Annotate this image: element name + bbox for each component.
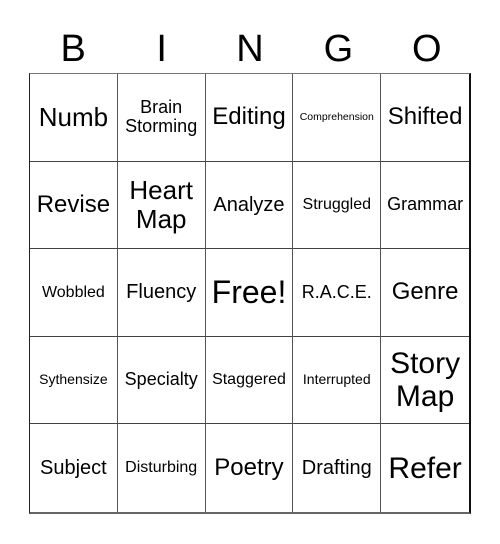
cell-label: Heart Map bbox=[129, 175, 193, 234]
bingo-cell[interactable]: Shifted bbox=[381, 74, 469, 162]
bingo-cell[interactable]: Heart Map bbox=[117, 161, 206, 250]
bingo-cell[interactable]: Specialty bbox=[117, 336, 206, 425]
cell-label: Analyze bbox=[213, 193, 285, 216]
bingo-cell[interactable]: Struggled bbox=[293, 161, 382, 250]
bingo-cell[interactable]: Brain Storming bbox=[117, 74, 206, 162]
bingo-cell[interactable]: Story Map bbox=[381, 337, 469, 425]
bingo-cell[interactable]: Disturbing bbox=[118, 424, 206, 512]
cell-label: Specialty bbox=[124, 369, 198, 390]
cell-label: Staggered bbox=[212, 371, 286, 389]
bingo-cell[interactable]: Sythensize bbox=[30, 336, 118, 425]
cell-label: Grammar bbox=[387, 193, 464, 214]
cell-label: Poetry bbox=[214, 453, 284, 481]
cell-label: Interrupted bbox=[302, 371, 371, 388]
bingo-cell[interactable]: Genre bbox=[381, 249, 469, 337]
cell-label: Refer bbox=[388, 451, 462, 485]
bingo-cell[interactable]: Grammar bbox=[381, 162, 469, 250]
free-space-cell[interactable]: Free! bbox=[205, 249, 294, 337]
cell-label: R.A.C.E. bbox=[301, 281, 372, 302]
bingo-grid: Numb Brain Storming Editing Comprehension Sh… bbox=[29, 73, 471, 514]
cell-label: Numb bbox=[38, 102, 109, 132]
bingo-cell[interactable]: Refer bbox=[381, 424, 469, 512]
bingo-cell[interactable]: Interrupted bbox=[293, 336, 382, 425]
cell-label: Disturbing bbox=[125, 459, 198, 477]
cell-label: Comprehension bbox=[299, 110, 374, 123]
cell-label: Shifted bbox=[387, 103, 463, 131]
cell-label: Genre bbox=[391, 278, 459, 306]
bingo-cell[interactable]: Poetry bbox=[206, 424, 294, 512]
bingo-cell[interactable]: Editing bbox=[205, 74, 294, 162]
header-letter-n: N bbox=[236, 28, 264, 70]
cell-label: Wobbled bbox=[41, 283, 105, 301]
bingo-cell[interactable]: Analyze bbox=[205, 161, 294, 250]
cell-label: Subject bbox=[40, 457, 107, 480]
bingo-cell[interactable]: Drafting bbox=[293, 424, 382, 512]
cell-label: Free! bbox=[211, 273, 287, 310]
cell-label: Fluency bbox=[126, 281, 197, 304]
bingo-cell[interactable]: Comprehension bbox=[293, 74, 382, 162]
bingo-cell[interactable]: R.A.C.E. bbox=[293, 249, 382, 337]
cell-label: Struggled bbox=[302, 196, 372, 214]
bingo-cell[interactable]: Subject bbox=[30, 424, 118, 512]
cell-label: Brain Storming bbox=[125, 96, 198, 137]
header-letter-i: I bbox=[156, 28, 167, 70]
bingo-cell[interactable]: Numb bbox=[30, 74, 118, 162]
header-letter-o: O bbox=[412, 28, 442, 70]
header-letter-g: G bbox=[323, 28, 354, 70]
cell-label: Editing bbox=[212, 103, 286, 131]
header-letter-b: B bbox=[60, 28, 86, 70]
cell-label: Story Map bbox=[390, 347, 461, 414]
cell-label: Sythensize bbox=[39, 371, 108, 388]
bingo-cell[interactable]: Staggered bbox=[205, 336, 294, 425]
cell-label: Revise bbox=[36, 190, 111, 218]
bingo-cell[interactable]: Revise bbox=[30, 161, 118, 250]
bingo-cell[interactable]: Wobbled bbox=[30, 249, 118, 337]
bingo-cell[interactable]: Fluency bbox=[117, 249, 206, 337]
bingo-header: B I N G O bbox=[29, 26, 471, 72]
cell-label: Drafting bbox=[301, 457, 372, 480]
